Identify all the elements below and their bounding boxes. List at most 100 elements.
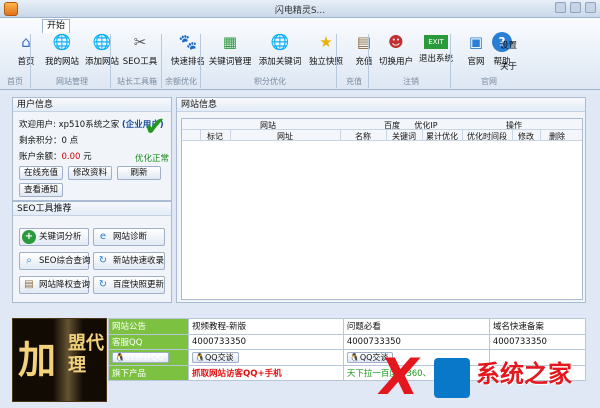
tab-start[interactable]: 开始	[42, 19, 70, 33]
balance-unit: 元	[83, 152, 92, 162]
edit-profile-button[interactable]: 修改资料	[68, 166, 112, 180]
settings-link[interactable]: 设置	[500, 39, 540, 51]
qq-chat-button[interactable]: 🐧QQ交谈	[192, 351, 239, 363]
user-info-title: 用户信息	[13, 98, 171, 112]
ribbon-group-label: 充值	[346, 77, 362, 86]
info-row: 网站公告 视频教程-新版 问题必看 域名快速备案	[108, 318, 587, 335]
qq-chat-label: QQ交谈	[204, 352, 234, 362]
magnifier-icon: ⌕	[26, 255, 32, 266]
qq-penguin-icon: 🐧	[195, 352, 205, 362]
info-row-label: 网站公告	[108, 318, 189, 335]
join-agent-banner[interactable]: 加 盟代理	[12, 318, 107, 402]
refresh-button[interactable]: 刷新	[117, 166, 161, 180]
site-info-panel: 网站信息 网站 百度 优化IP 操作 标记 网址 名称 关键词 累计优化 优化时…	[176, 97, 586, 303]
welcome-text: 欢迎用户: xp510系统之家	[19, 120, 120, 130]
watermark-xp: X	[380, 348, 419, 406]
qq-chat-button[interactable]: 🐧01统计QQ	[112, 351, 169, 363]
seo-tool-label: 网站诊断	[113, 232, 148, 242]
seo-tool-button-5[interactable]: ↻ 百度快照更新	[93, 276, 165, 294]
seo-tool-button-2[interactable]: ⌕ SEO综合查询	[19, 252, 91, 270]
info-cell[interactable]: 域名快速备案	[488, 318, 587, 335]
seo-tool-label: 百度快照更新	[113, 280, 165, 290]
view-notice-button[interactable]: 查看通知	[19, 183, 63, 197]
points-value: 0 点	[61, 136, 79, 146]
check-icon: ✔	[144, 112, 166, 142]
qq-penguin-icon: 🐧	[349, 352, 360, 362]
baidu-icon: 🐾	[178, 33, 198, 51]
ribbon-button-label: 关键词管理	[208, 57, 252, 67]
seo-tools-title: SEO工具推荐	[13, 202, 171, 216]
site-info-title: 网站信息	[177, 98, 585, 112]
seo-tool-label: 网站降权查询	[39, 280, 91, 290]
col-mark[interactable]: 标记	[200, 131, 230, 142]
col-name[interactable]: 名称	[340, 131, 386, 142]
balance-value: 0.00	[61, 152, 81, 162]
ribbon-group-label: 首页	[7, 77, 23, 86]
banner-text-side: 盟代理	[68, 333, 104, 376]
maximize-button[interactable]	[570, 2, 581, 13]
watermark-logo: X 系统之家	[376, 348, 600, 408]
ribbon-button-label: 快速排名	[170, 57, 205, 67]
about-link[interactable]: 关于	[500, 60, 540, 72]
recharge-icon: ▤	[356, 33, 372, 51]
refresh-icon: ↻	[98, 279, 108, 290]
status-text: 优化正常	[135, 154, 170, 164]
balance-label: 账户余额：	[19, 152, 62, 162]
window-title: 闪电精灵S...	[274, 6, 326, 16]
seo-tool-label: SEO综合查询	[39, 256, 91, 266]
add-keyword-icon: 🌐	[270, 33, 290, 51]
ribbon-button-5[interactable]: ▦ 关键词管理	[206, 32, 254, 72]
seo-tool-button-0[interactable]: + 关键词分析	[19, 228, 89, 246]
user-info-panel: 用户信息 欢迎用户: xp510系统之家 (企业用户) 剩余积分：0 点 账户余…	[12, 97, 172, 201]
info-cell[interactable]: 🐧QQ交谈	[188, 349, 344, 366]
keyword-manage-icon: ▦	[222, 33, 238, 51]
info-cell[interactable]: 视频教程-新版	[188, 318, 344, 335]
watermark-site-name: 系统之家	[476, 360, 572, 388]
grid-group-header: 网站 百度 优化IP 操作	[182, 119, 582, 130]
site-grid[interactable]: 网站 百度 优化IP 操作 标记 网址 名称 关键词 累计优化 优化时间段 修改…	[181, 118, 583, 300]
col-delete[interactable]: 删除	[542, 131, 572, 142]
plus-circle-icon: +	[22, 230, 36, 244]
info-row-label: 🐧01统计QQ	[108, 349, 189, 366]
ribbon-button-4[interactable]: 🐾 快速排名	[164, 32, 212, 72]
recharge-button[interactable]: 在线充值	[19, 166, 63, 180]
ribbon-group-label: 余额优化	[165, 77, 197, 86]
info-cell[interactable]: 抓取网站访客QQ+手机	[188, 364, 344, 381]
ribbon-button-6[interactable]: 🌐 添加关键词	[256, 32, 304, 72]
ie-icon: e	[99, 231, 107, 242]
col-total-opt[interactable]: 累计优化	[422, 131, 462, 142]
switch-user-icon: ☻	[388, 33, 404, 51]
seo-tool-button-3[interactable]: ↻ 新站快速收录	[93, 252, 165, 270]
info-cell[interactable]: 4000733350	[188, 333, 344, 350]
ribbon-button-label: SEO工具	[122, 57, 158, 67]
star-icon: ★	[319, 33, 333, 51]
seo-tool-label: 新站快速收录	[113, 256, 165, 266]
ribbon-group-label: 注销	[403, 77, 419, 86]
ribbon-group-label: 积分优化	[254, 77, 286, 86]
exit-icon: EXIT	[424, 35, 448, 49]
seo-tool-button-1[interactable]: e 网站诊断	[93, 228, 165, 246]
watermark-p-block	[434, 358, 470, 398]
tools-icon: ✂	[133, 33, 147, 51]
info-row-label: 旗下产品	[108, 364, 189, 381]
qq-chat-label: 01统计QQ	[124, 352, 164, 362]
col-keyword[interactable]: 关键词	[386, 131, 422, 142]
seo-tools-panel: SEO工具推荐 + 关键词分析 e 网站诊断 ⌕ SEO综合查询 ↻ 新站快速收录 ▤ 网站降权查…	[12, 201, 172, 303]
close-button[interactable]	[585, 2, 596, 13]
info-cell[interactable]: 问题必看	[342, 318, 490, 335]
grid-column-header: 标记 网址 名称 关键词 累计优化 优化时间段 修改 删除	[182, 130, 582, 141]
points-label: 剩余积分：	[19, 136, 62, 146]
seo-tool-button-4[interactable]: ▤ 网站降权查询	[19, 276, 91, 294]
ribbon-group-label: 网站管理	[56, 77, 88, 86]
ribbon-group-label: 官网	[481, 77, 497, 86]
col-opt-time[interactable]: 优化时间段	[462, 131, 512, 142]
qq-penguin-icon: 🐧	[115, 352, 125, 362]
banner-text-big: 加	[18, 337, 57, 382]
col-edit[interactable]: 修改	[512, 131, 540, 142]
minimize-button[interactable]	[555, 2, 566, 13]
add-site-icon: 🌐	[92, 33, 112, 51]
ribbon-button-3[interactable]: ✂ SEO工具	[116, 32, 164, 72]
col-url[interactable]: 网址	[230, 131, 340, 142]
ribbon-button-label: 添加关键词	[258, 57, 302, 67]
title-bar: 闪电精灵S...	[0, 0, 600, 18]
